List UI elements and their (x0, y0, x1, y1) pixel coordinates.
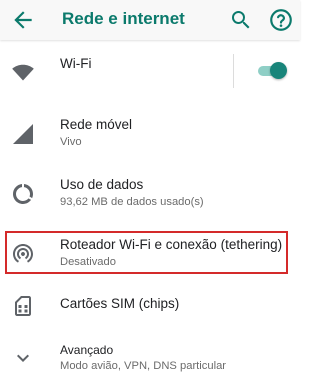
sim-card-icon (15, 296, 31, 316)
search-icon[interactable] (229, 8, 253, 32)
advanced-label: Avançado (60, 343, 114, 357)
sim-cards-label: Cartões SIM (chips) (60, 296, 180, 311)
data-usage-label: Uso de dados (60, 177, 144, 192)
app-bar: Rede e internet (0, 0, 300, 40)
arrow-back-icon[interactable] (10, 7, 36, 33)
mobile-network-label: Rede móvel (60, 117, 133, 132)
hotspot-tethering-item[interactable]: Roteador Wi-Fi e conexão (tethering) Des… (0, 231, 300, 274)
advanced-summary: Modo avião, VPN, DNS particular (60, 360, 227, 372)
wifi-label: Wi-Fi (60, 56, 92, 71)
mobile-network-item[interactable]: Rede móvel Vivo (0, 110, 300, 162)
advanced-item[interactable]: Avançado Modo avião, VPN, DNS particular (0, 336, 300, 386)
toggle-thumb (270, 62, 287, 79)
wifi-toggle[interactable] (256, 62, 287, 80)
hotspot-status: Desativado (60, 256, 116, 268)
page-title: Rede e internet (62, 9, 185, 28)
wifi-icon (12, 64, 34, 81)
data-usage-item[interactable]: Uso de dados 93,62 MB de dados usado(s) (0, 170, 300, 222)
help-icon[interactable] (268, 7, 294, 33)
hotspot-label: Roteador Wi-Fi e conexão (tethering) (60, 237, 283, 252)
mobile-network-operator: Vivo (60, 136, 82, 148)
data-usage-icon (13, 184, 33, 204)
divider (233, 54, 234, 88)
cellular-signal-icon (13, 124, 33, 144)
hotspot-icon (13, 244, 33, 263)
chevron-down-icon (17, 354, 29, 362)
data-usage-amount: 93,62 MB de dados usado(s) (60, 196, 204, 208)
sim-cards-item[interactable]: Cartões SIM (chips) (0, 282, 300, 330)
wifi-item[interactable]: Wi-Fi (0, 44, 300, 98)
